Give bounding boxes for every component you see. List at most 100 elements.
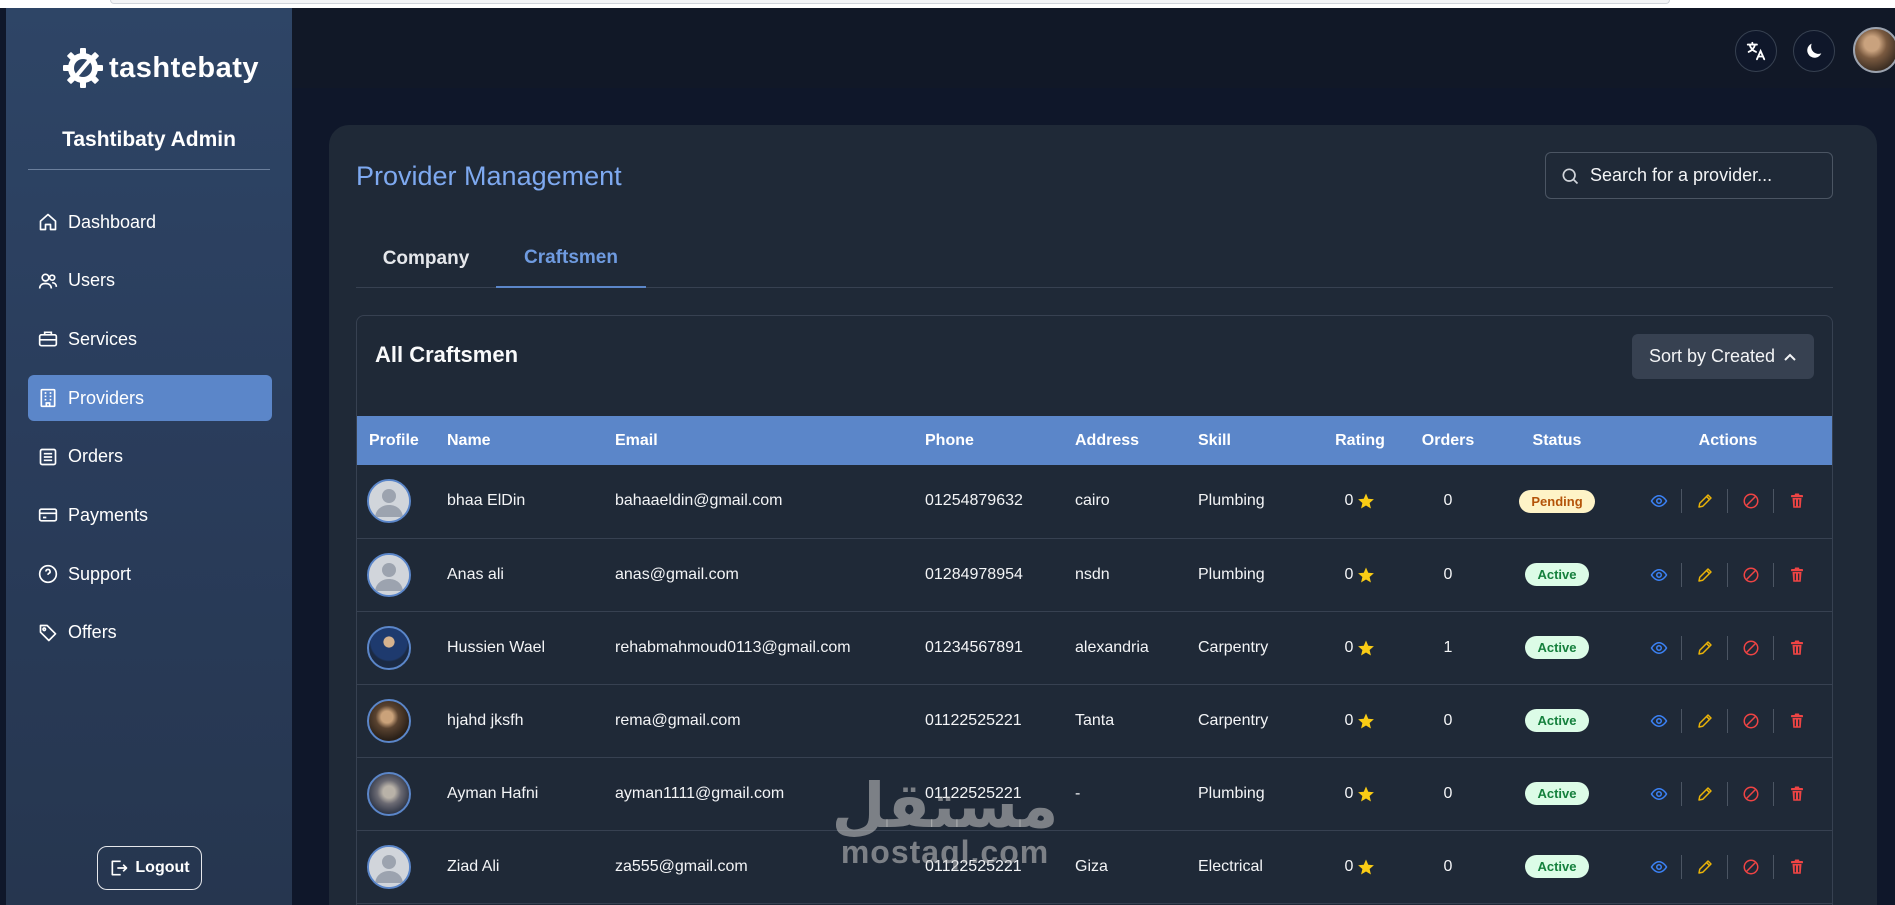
column-header-name[interactable]: Name xyxy=(447,416,615,465)
logout-button[interactable]: Logout xyxy=(97,846,202,890)
orders-cell: 0 xyxy=(1404,684,1492,758)
block-icon xyxy=(1743,786,1758,801)
column-header-email[interactable]: Email xyxy=(615,416,925,465)
block-icon xyxy=(1743,567,1758,582)
column-header-orders[interactable]: Orders xyxy=(1404,416,1492,465)
email-cell: bahaaeldin@gmail.com xyxy=(615,465,925,539)
admin-title: Tashtibaty Admin xyxy=(62,128,236,151)
tab-company[interactable]: Company xyxy=(356,230,496,288)
profile-cell xyxy=(357,757,447,831)
delete-button[interactable] xyxy=(1774,489,1820,513)
rating-cell: 0 xyxy=(1316,611,1404,685)
delete-button[interactable] xyxy=(1774,855,1820,879)
column-header-actions: Actions xyxy=(1698,431,1758,449)
rating: 0 xyxy=(1345,566,1376,584)
sidebar-item-providers[interactable]: Providers xyxy=(28,375,272,422)
table-row[interactable]: Anas ali anas@gmail.com 01284978954 nsdn Plu… xyxy=(357,538,1832,612)
row-actions xyxy=(1622,854,1832,879)
sidebar-item-orders[interactable]: Orders xyxy=(28,434,272,480)
logout-icon xyxy=(111,860,128,876)
star-icon xyxy=(1358,713,1375,728)
table-row[interactable]: Ayman Hafni ayman1111@gmail.com 0112252522… xyxy=(357,757,1832,831)
avatar[interactable] xyxy=(367,625,411,670)
language-toggle-button[interactable] xyxy=(1735,30,1777,72)
block-button[interactable] xyxy=(1728,635,1774,660)
block-button[interactable] xyxy=(1728,854,1774,879)
sidebar-item-offers[interactable]: Offers xyxy=(28,610,272,656)
avatar[interactable] xyxy=(367,771,411,816)
column-header-address[interactable]: Address xyxy=(1075,416,1198,465)
edit-button[interactable] xyxy=(1682,562,1728,587)
tab-craftsmen[interactable]: Craftsmen xyxy=(496,230,646,288)
edit-button[interactable] xyxy=(1682,489,1728,514)
orders-cell: 0 xyxy=(1404,757,1492,831)
sidebar-item-services[interactable]: Services xyxy=(28,316,272,362)
delete-button[interactable] xyxy=(1774,782,1820,806)
sidebar-item-dashboard[interactable]: Dashboard xyxy=(28,199,272,245)
edit-button[interactable] xyxy=(1682,854,1728,879)
view-button[interactable] xyxy=(1636,635,1682,660)
status-badge: Active xyxy=(1525,782,1589,805)
avatar[interactable] xyxy=(367,552,411,597)
skill-cell: Carpentry xyxy=(1198,684,1316,758)
table-row[interactable]: hjahd jksfh rema@gmail.com 01122525221 Tant… xyxy=(357,684,1832,758)
search-input[interactable] xyxy=(1590,165,1820,186)
sidebar-item-support[interactable]: Support xyxy=(28,551,272,597)
table-header-row: Profile Name Email Phone Address Skill R… xyxy=(357,416,1832,465)
rating-cell: 0 xyxy=(1316,465,1404,539)
brand-name: tashtebaty xyxy=(109,51,260,84)
name-cell: Ziad Ali xyxy=(447,830,615,904)
view-button[interactable] xyxy=(1636,708,1682,733)
profile-cell xyxy=(357,611,447,685)
browser-address-edge xyxy=(110,0,1670,4)
edit-button[interactable] xyxy=(1682,781,1728,806)
block-icon xyxy=(1743,493,1758,509)
search-box[interactable] xyxy=(1545,152,1833,199)
phone-cell: 01254879632 xyxy=(925,465,1075,539)
column-header-skill[interactable]: Skill xyxy=(1198,416,1316,465)
default-user-icon xyxy=(369,481,409,522)
table-row[interactable]: Hussien Wael rehabmahmoud0113@gmail.com 01… xyxy=(357,611,1832,685)
column-header-rating[interactable]: Rating xyxy=(1316,416,1404,465)
delete-button[interactable] xyxy=(1774,636,1820,660)
table-row[interactable]: bhaa ElDin bahaaeldin@gmail.com 0125487963… xyxy=(357,465,1832,539)
view-button[interactable] xyxy=(1636,781,1682,806)
theme-toggle-button[interactable] xyxy=(1793,30,1835,72)
chevron-up-icon xyxy=(1784,353,1796,361)
edit-button[interactable] xyxy=(1682,708,1728,733)
view-button[interactable] xyxy=(1636,489,1682,514)
delete-button[interactable] xyxy=(1774,709,1820,733)
view-button[interactable] xyxy=(1636,562,1682,587)
actions-cell xyxy=(1622,465,1832,539)
pencil-icon xyxy=(1697,713,1712,728)
moon-icon xyxy=(1807,43,1822,58)
status-cell: Active xyxy=(1492,538,1622,612)
address-cell: nsdn xyxy=(1075,538,1198,612)
row-actions xyxy=(1622,562,1832,587)
block-button[interactable] xyxy=(1728,562,1774,587)
sort-button[interactable]: Sort by Created xyxy=(1632,334,1814,379)
sidebar-item-users[interactable]: Users xyxy=(28,258,272,304)
brand-logo[interactable]: tashtebaty xyxy=(61,46,259,90)
avatar[interactable] xyxy=(367,698,411,743)
pencil-icon xyxy=(1697,567,1712,582)
avatar[interactable] xyxy=(367,844,411,889)
delete-button[interactable] xyxy=(1774,563,1820,587)
craftsmen-table: Profile Name Email Phone Address Skill R… xyxy=(357,416,1832,904)
block-button[interactable] xyxy=(1728,708,1774,733)
column-header-status[interactable]: Status xyxy=(1492,416,1622,465)
column-header-phone[interactable]: Phone xyxy=(925,416,1075,465)
sidebar-item-label: Offers xyxy=(68,622,117,643)
profile-cell xyxy=(357,465,447,539)
avatar[interactable] xyxy=(367,479,411,524)
sidebar-item-payments[interactable]: Payments xyxy=(28,492,272,538)
view-button[interactable] xyxy=(1636,854,1682,879)
rating-cell: 0 xyxy=(1316,830,1404,904)
block-button[interactable] xyxy=(1728,781,1774,806)
block-button[interactable] xyxy=(1728,489,1774,514)
eye-icon xyxy=(1650,714,1667,727)
user-avatar[interactable] xyxy=(1853,27,1895,73)
table-row[interactable]: Ziad Ali za555@gmail.com 01122525221 Giza El… xyxy=(357,830,1832,904)
edit-button[interactable] xyxy=(1682,635,1728,660)
actions-cell xyxy=(1622,830,1832,904)
